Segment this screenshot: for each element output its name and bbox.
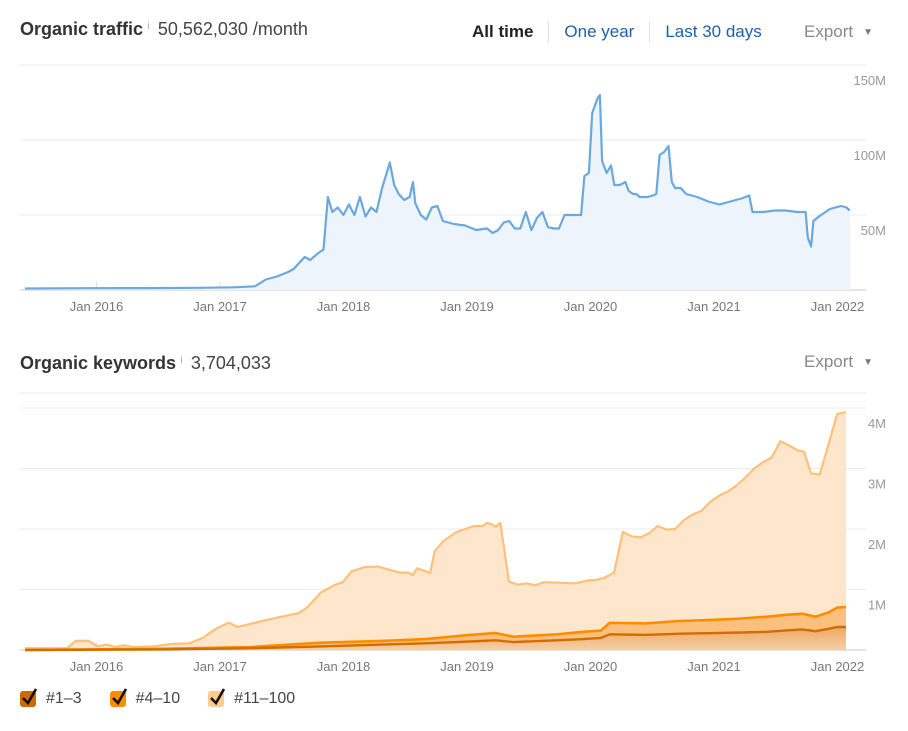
keywords-title: Organic keywords	[20, 353, 177, 373]
traffic-title: Organic traffic	[20, 19, 144, 39]
checkmark-icon	[210, 688, 226, 706]
x-tick-label: Jan 2021	[687, 659, 741, 674]
y-tick-label: 50M	[861, 223, 886, 238]
info-icon[interactable]: ⅰ	[147, 21, 150, 32]
legend-item-top-3[interactable]: #1–3	[20, 688, 82, 708]
range-all-time[interactable]: All time	[472, 21, 548, 43]
export-label: Export	[804, 352, 854, 371]
keywords-export-button[interactable]: Export ▼	[804, 352, 873, 372]
y-tick-label: 100M	[853, 148, 886, 163]
time-range-selector: All time One year Last 30 days	[472, 21, 777, 43]
keywords-value: 3,704,033	[190, 353, 271, 373]
checkmark-icon	[111, 688, 127, 706]
x-tick-label: Jan 2019	[440, 659, 494, 674]
x-tick-label: Jan 2016	[70, 659, 124, 674]
traffic-area	[24, 95, 850, 290]
keywords-header: Organic keywords ⅰ 3,704,033	[20, 353, 271, 374]
y-tick-label: 2M	[868, 537, 886, 552]
caret-down-icon: ▼	[863, 26, 874, 38]
export-label: Export	[804, 22, 854, 41]
y-tick-label: 3M	[868, 477, 886, 492]
x-tick-label: Jan 2016	[70, 299, 124, 314]
x-tick-label: Jan 2020	[564, 659, 618, 674]
legend-label: #1–3	[46, 690, 82, 707]
keywords-chart: 1M 2M 3M 4M Jan 2016 Jan 2017 Jan 2018 Jan 201…	[20, 392, 886, 674]
x-tick-label: Jan 2020	[564, 299, 618, 314]
y-tick-label: 4M	[868, 416, 886, 431]
traffic-chart: 50M 100M 150M Jan 2016 Jan 2017 Jan 2018 Jan …	[20, 64, 886, 314]
y-tick-label: 1M	[868, 598, 886, 613]
legend-label: #4–10	[135, 690, 181, 707]
legend-item-4-10[interactable]: #4–10	[109, 688, 181, 708]
traffic-value: 50,562,030 /month	[157, 19, 308, 39]
checkbox-4-10[interactable]	[109, 688, 127, 707]
info-icon[interactable]: ⅰ	[180, 355, 183, 366]
keywords-legend: #1–3 #4–10 #11–100	[20, 688, 323, 708]
x-tick-label: Jan 2017	[193, 659, 247, 674]
traffic-export-button[interactable]: Export ▼	[804, 22, 873, 42]
x-tick-label: Jan 2022	[811, 659, 865, 674]
traffic-header: Organic traffic ⅰ 50,562,030 /month	[20, 19, 308, 40]
x-tick-label: Jan 2017	[193, 299, 247, 314]
caret-down-icon: ▼	[863, 356, 874, 368]
x-tick-label: Jan 2018	[317, 299, 371, 314]
x-tick-label: Jan 2018	[317, 659, 371, 674]
checkbox-top-3[interactable]	[20, 688, 38, 707]
series-area-11100	[25, 412, 846, 650]
checkmark-icon	[22, 688, 38, 706]
range-one-year[interactable]: One year	[548, 21, 649, 43]
x-tick-label: Jan 2022	[811, 299, 865, 314]
x-tick-label: Jan 2019	[440, 299, 494, 314]
y-tick-label: 150M	[853, 73, 886, 88]
checkbox-11-100[interactable]	[208, 688, 226, 707]
legend-label: #11–100	[234, 690, 296, 707]
range-last-30-days[interactable]: Last 30 days	[649, 21, 776, 43]
x-tick-label: Jan 2021	[687, 299, 741, 314]
legend-item-11-100[interactable]: #11–100	[208, 688, 296, 708]
